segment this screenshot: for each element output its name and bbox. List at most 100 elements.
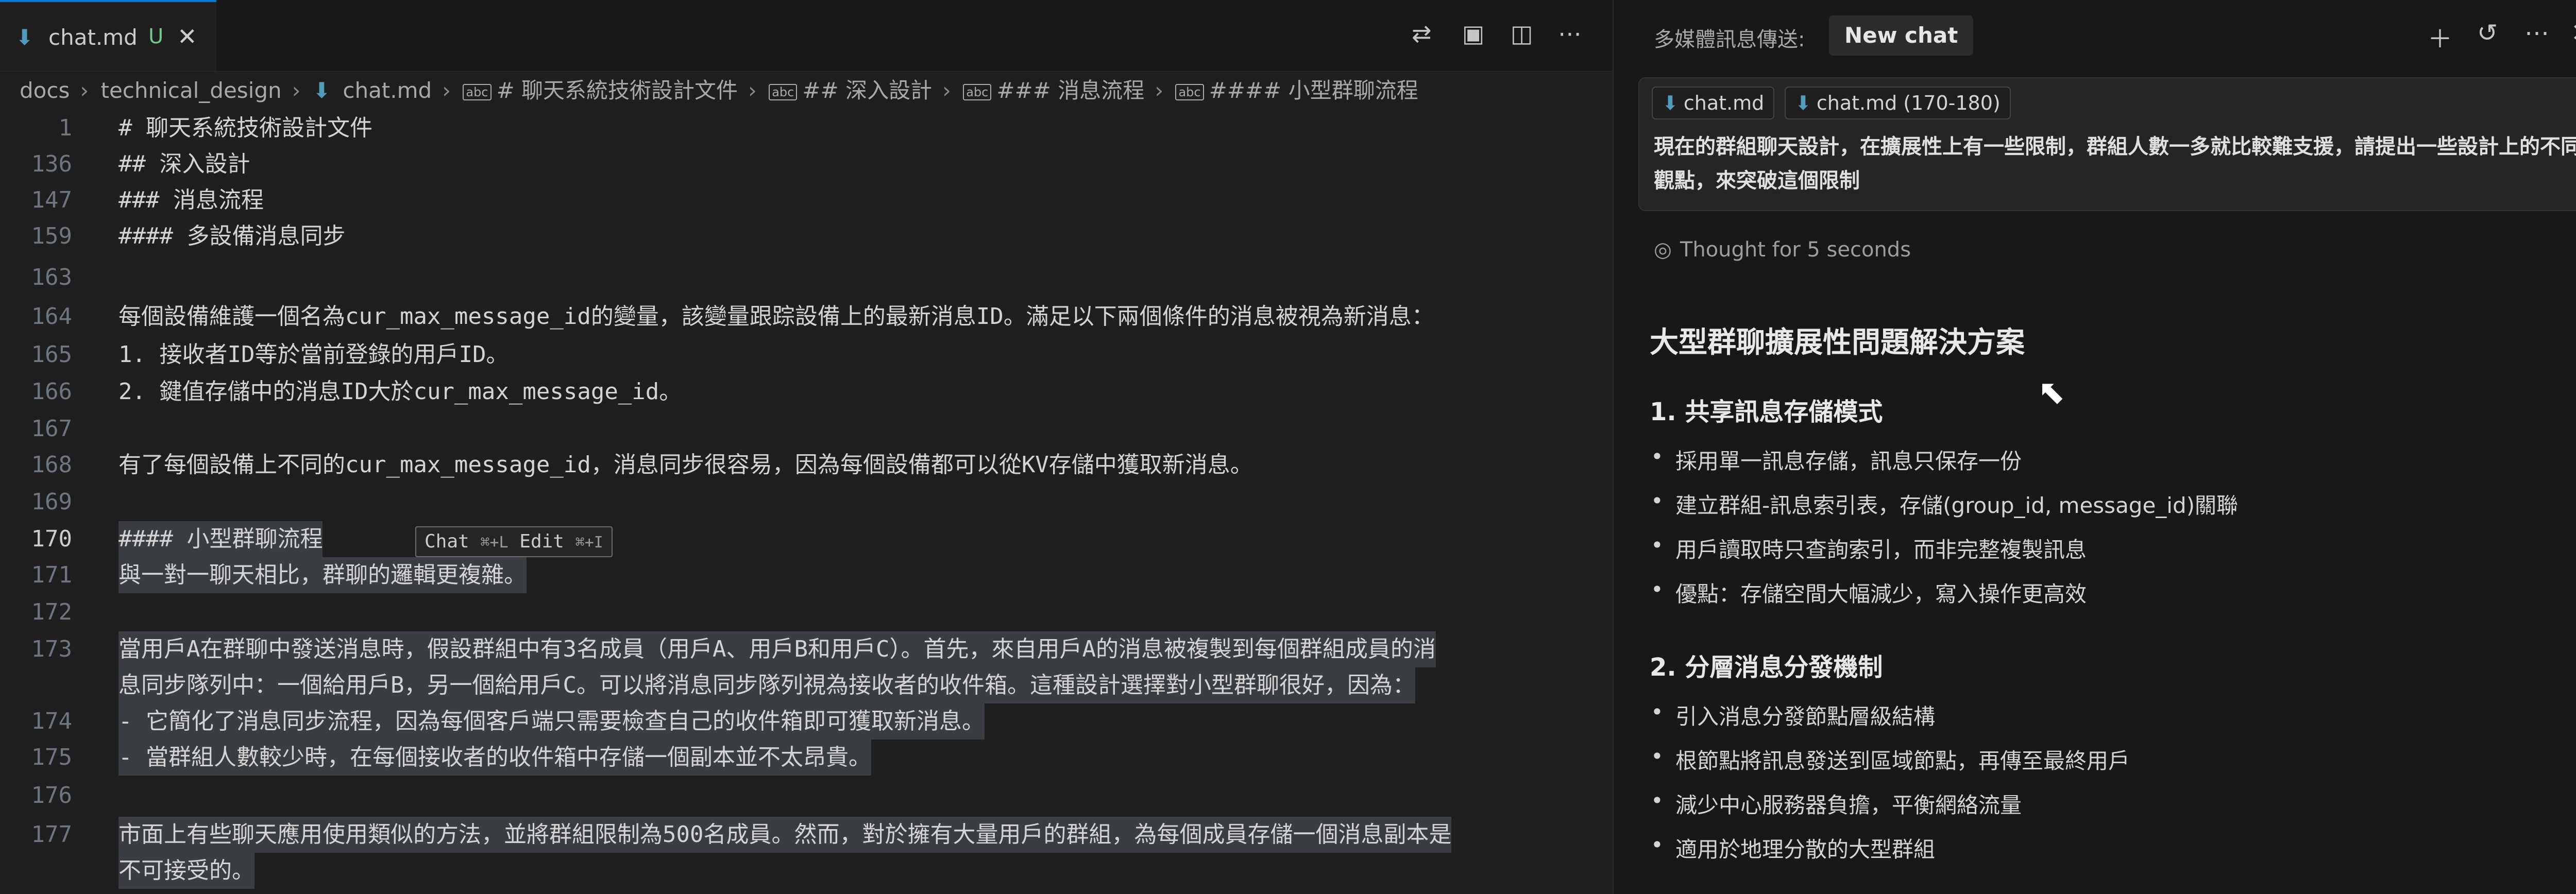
chevron-right-icon: › [80, 78, 89, 103]
plus-icon[interactable]: ＋ [2428, 19, 2452, 55]
list-item: 優點：存儲空間大幅減少，寫入操作更高效 [1651, 577, 2087, 608]
brain-icon: ◎ [1654, 238, 1672, 262]
chevron-right-icon: › [442, 78, 451, 103]
breadcrumb-h2[interactable]: ## 深入設計 [802, 78, 932, 103]
new-chat-tab[interactable]: New chat [1829, 15, 1974, 56]
tab-chat-md[interactable]: ⬇ chat.md U ✕ [0, 0, 216, 71]
line-number: 1 [58, 115, 73, 141]
line-text: - 當群組人數較少時，在每個接收者的收件箱中存儲一個副本並不太昂貴。 [118, 740, 871, 776]
code-line[interactable]: 1 # 聊天系統技術設計文件 [0, 110, 1613, 146]
line-number: 171 [31, 562, 72, 588]
context-chip-file[interactable]: ⬇ chat.md [1652, 87, 1775, 119]
line-number: 169 [31, 489, 72, 515]
code-line[interactable]: 165 1. 接收者ID等於當前登錄的用戶ID。 [0, 337, 1613, 373]
untracked-badge: U [148, 25, 164, 48]
compare-changes-icon[interactable]: ⇄ [1412, 20, 1432, 47]
chat-panel-header: 多媒體訊息傳送: New chat ＋ ↺ ⋯ ✕ [1614, 0, 2576, 71]
line-text: 每個設備維護一個名為cur_max_message_id的變量，該變量跟踪設備上… [118, 303, 1434, 330]
code-line[interactable]: 177 市面上有些聊天應用使用類似的方法，並將群組限制為500名成員。然而，對於… [0, 817, 1613, 853]
code-line[interactable]: 167 [0, 411, 1613, 447]
breadcrumb: docs › technical_design › ⬇ chat.md › abc # … [20, 73, 1423, 104]
chevron-right-icon: › [1155, 78, 1164, 103]
breadcrumb-h1[interactable]: # 聊天系統技術設計文件 [497, 78, 738, 103]
code-line[interactable]: 166 2. 鍵值存儲中的消息ID大於cur_max_message_id。 [0, 374, 1613, 410]
inline-chat-edit-hint[interactable]: Chat ⌘+L Edit ⌘+I [415, 526, 613, 557]
editor-pane: ⬇ chat.md U ✕ ⇄ ▣ ◫ ⋯ docs › technical_de… [0, 0, 1613, 894]
line-number: 173 [31, 636, 72, 662]
list-item: 採用單一訊息存儲，訊息只保存一份 [1651, 444, 2022, 475]
breadcrumb-h3[interactable]: ### 消息流程 [996, 78, 1144, 103]
line-number: 177 [31, 821, 72, 848]
markdown-icon: ⬇ [1662, 92, 1679, 114]
symbol-string-icon: abc [769, 83, 798, 100]
code-line[interactable]: 168 有了每個設備上不同的cur_max_message_id，消息同步很容易… [0, 447, 1613, 483]
line-number: 164 [31, 303, 72, 330]
answer-title: 大型群聊擴展性問題解決方案 [1650, 326, 2025, 359]
symbol-string-icon: abc [963, 83, 992, 100]
line-number: 165 [31, 341, 72, 368]
thought-label: Thought for 5 seconds [1680, 238, 1911, 262]
code-line[interactable]: 159 #### 多設備消息同步 [0, 218, 1613, 254]
line-number: 168 [31, 452, 72, 478]
markdown-icon: ⬇ [15, 25, 34, 50]
list-item: 適用於地理分散的大型群組 [1651, 832, 1935, 864]
line-text: # 聊天系統技術設計文件 [118, 115, 372, 141]
line-number: 167 [31, 416, 72, 442]
user-message[interactable]: ⬇ chat.md ⬇ chat.md (170-180) 現在的群組聊天設計，在擴… [1638, 77, 2576, 211]
line-number: 174 [31, 708, 72, 734]
line-text: #### 多設備消息同步 [118, 223, 346, 249]
line-text: 市面上有些聊天應用使用類似的方法，並將群組限制為500名成員。然而，對於擁有大量… [118, 817, 1452, 853]
code-line[interactable]: 169 [0, 484, 1613, 520]
breadcrumb-h4[interactable]: #### 小型群聊流程 [1209, 78, 1418, 103]
open-preview-icon[interactable]: ▣ [1462, 20, 1484, 47]
code-line[interactable]: 147 ### 消息流程 [0, 182, 1613, 218]
close-icon[interactable]: ✕ [177, 23, 197, 50]
markdown-icon: ⬇ [1795, 92, 1811, 114]
line-text: 1. 接收者ID等於當前登錄的用戶ID。 [118, 341, 509, 368]
code-line[interactable]: 172 [0, 594, 1613, 630]
code-line[interactable]: 136 ## 深入設計 [0, 146, 1613, 182]
code-line[interactable]: 173 當用戶A在群聊中發送消息時，假設群組中有3名成員（用戶A、用戶B和用戶C… [0, 631, 1613, 667]
line-number: 159 [31, 223, 72, 249]
line-number: 136 [31, 151, 72, 177]
hint-edit-label[interactable]: Edit [519, 531, 564, 552]
section-heading: 2. 分層消息分發機制 [1650, 653, 1883, 682]
breadcrumb-technical-design[interactable]: technical_design [101, 78, 282, 103]
list-item: 建立群組-訊息索引表，存儲(group_id, message_id)關聯 [1651, 488, 2238, 520]
code-line[interactable]: 174 - 它簡化了消息同步流程，因為每個客戶端只需要檢查自己的收件箱即可獲取新… [0, 703, 1613, 740]
chevron-right-icon: › [748, 78, 757, 103]
markdown-icon: ⬇ [312, 78, 331, 103]
code-line[interactable]: 164 每個設備維護一個名為cur_max_message_id的變量，該變量跟… [0, 299, 1613, 335]
line-text: 當用戶A在群聊中發送消息時，假設群組中有3名成員（用戶A、用戶B和用戶C）。首先… [118, 631, 1436, 667]
more-actions-icon[interactable]: ⋯ [2524, 19, 2549, 47]
chip-label: chat.md (170-180) [1816, 92, 2001, 114]
more-actions-icon[interactable]: ⋯ [1558, 20, 1582, 47]
user-prompt-text: 現在的群組聊天設計，在擴展性上有一些限制，群組人數一多就比較難支援，請提出一些設… [1654, 135, 2576, 193]
breadcrumb-file[interactable]: chat.md [343, 78, 432, 103]
history-icon[interactable]: ↺ [2477, 19, 2498, 47]
code-line[interactable]: 175 - 當群組人數較少時，在每個接收者的收件箱中存儲一個副本並不太昂貴。 [0, 740, 1613, 776]
code-line-wrapped[interactable]: 不可接受的。 [0, 853, 1613, 889]
ide-window: ⬇ chat.md U ✕ ⇄ ▣ ◫ ⋯ docs › technical_de… [0, 0, 2576, 894]
chat-panel: 多媒體訊息傳送: New chat ＋ ↺ ⋯ ✕ ⬇chat.md ⬇chat… [1613, 0, 2576, 894]
list-item: 引入消息分發節點層級結構 [1651, 699, 1935, 731]
mouse-pointer-icon: ⬉ [2038, 373, 2065, 411]
close-icon[interactable]: ✕ [2571, 19, 2576, 47]
line-text: 與一對一聊天相比，群聊的邏輯更複雜。 [118, 557, 527, 593]
line-number: 176 [31, 782, 72, 809]
breadcrumb-docs[interactable]: docs [20, 78, 70, 103]
thought-indicator[interactable]: ◎ Thought for 5 seconds [1654, 238, 1911, 262]
code-line[interactable]: 176 [0, 778, 1613, 814]
hint-edit-shortcut: ⌘+I [575, 534, 603, 552]
split-editor-icon[interactable]: ◫ [1511, 20, 1533, 47]
line-text: 息同步隊列中：一個給用戶B，另一個給用戶C。可以將消息同步隊列視為接收者的收件箱… [118, 667, 1415, 703]
chat-panel-title: 多媒體訊息傳送: [1654, 28, 1805, 51]
code-line[interactable]: 163 [0, 260, 1613, 296]
code-line[interactable]: 171 與一對一聊天相比，群聊的邏輯更複雜。 [0, 557, 1613, 593]
chevron-right-icon: › [942, 78, 951, 103]
code-line-current[interactable]: 170 #### 小型群聊流程 Chat ⌘+L Edit ⌘+I [0, 521, 1613, 557]
context-chip-range[interactable]: ⬇ chat.md (170-180) [1785, 87, 2011, 119]
list-item: 用戶讀取時只查詢索引，而非完整複製訊息 [1651, 532, 2087, 564]
hint-chat-label[interactable]: Chat [425, 531, 469, 552]
code-line-wrapped[interactable]: 息同步隊列中：一個給用戶B，另一個給用戶C。可以將消息同步隊列視為接收者的收件箱… [0, 667, 1613, 703]
